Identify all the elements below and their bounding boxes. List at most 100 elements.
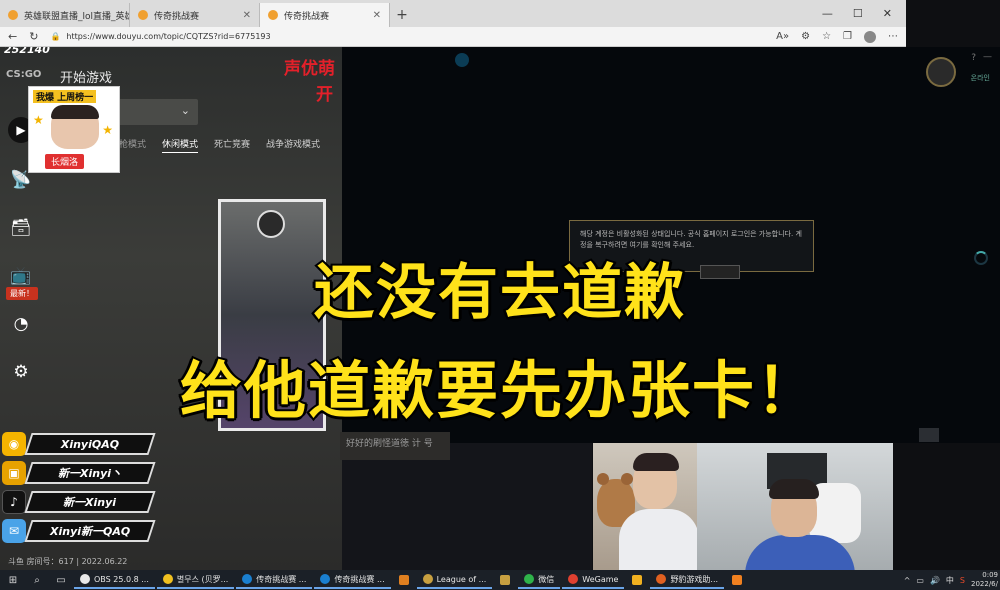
back-icon[interactable]: ← <box>8 30 17 43</box>
network-icon[interactable]: ▭ <box>916 576 924 585</box>
taskbar-app-label: 微信 <box>538 574 555 584</box>
extension-icon[interactable]: ⚙ <box>801 31 810 43</box>
tab-favicon-icon <box>8 10 18 20</box>
room-footer: 斗鱼 房间号：617 | 2022.06.22 <box>8 557 128 566</box>
lock-icon: 🔒 <box>50 32 61 41</box>
task-view-icon[interactable]: ▭ <box>50 571 72 589</box>
red-headline: 声优萌 开 <box>284 56 344 108</box>
inventory-icon[interactable]: 🗃 <box>10 217 32 239</box>
weibo-icon: ◉ <box>2 432 26 456</box>
tab-deathmatch[interactable]: 死亡竞赛 <box>214 137 250 153</box>
maximize-button[interactable]: ☐ <box>853 7 863 20</box>
donor-name: 长烟洛 <box>45 154 85 169</box>
tab-label: 英雄联盟直播_lol直播_英雄联盟 <box>24 11 129 22</box>
top-donor-overlay: 我爆 上周榜一 ★ ★ 长烟洛 <box>28 86 120 173</box>
search-icon[interactable]: ⌕ <box>26 571 48 589</box>
social-label-box: 新一Xinyi <box>24 491 156 513</box>
tab-favicon-icon <box>268 10 278 20</box>
taskbar-app-wegame[interactable]: WeGame <box>562 571 625 589</box>
start-game-title[interactable]: 开始游戏 <box>60 67 112 86</box>
tab-label: 传奇挑战赛 <box>154 11 200 22</box>
star-icon: ★ <box>102 123 113 137</box>
taskbar-app-obs[interactable]: OBS 25.0.8 ... <box>74 571 155 589</box>
browser-tab-2[interactable]: 传奇挑战赛 ✕ <box>130 3 260 27</box>
client-minimize-button[interactable]: — <box>983 52 992 62</box>
read-aloud-icon[interactable]: A» <box>776 31 789 43</box>
social-qq: ✉ Xinyi新一QAQ <box>2 519 156 543</box>
profile-avatar[interactable] <box>926 57 956 87</box>
minimize-button[interactable]: — <box>822 7 833 20</box>
taskbar-app-label: WeGame <box>582 574 619 584</box>
taskbar-app-label: League of ... <box>436 574 487 584</box>
taskbar-app-label: 传奇挑战赛 ... <box>334 574 385 584</box>
social-douyin: ♪ 新一Xinyi <box>2 490 156 514</box>
clock[interactable]: 0:09 2022/6/ <box>971 571 998 589</box>
game-logo: CS:GO <box>6 69 42 80</box>
star-icon: ★ <box>33 113 44 127</box>
tray-chevron-icon[interactable]: ^ <box>904 576 911 585</box>
taskbar-app-league[interactable]: League of ... <box>416 571 493 589</box>
url-field[interactable]: 🔒 https://www.douyu.com/topic/CQTZS?rid=… <box>50 32 764 41</box>
edge-icon <box>242 574 253 584</box>
social-label: XinyiQAQ <box>60 437 120 451</box>
wegame-icon <box>568 574 579 584</box>
streamer-hair <box>769 479 819 499</box>
windows-taskbar: ⊞ ⌕ ▭ OBS 25.0.8 ... 별무스 (贝罗... 传奇挑战赛 ..… <box>0 570 1000 590</box>
taskbar-app-icon[interactable] <box>393 571 415 589</box>
online-status: 온라인 <box>970 74 990 82</box>
wechat-icon <box>524 574 535 584</box>
window-controls: — ☐ ✕ <box>822 0 906 27</box>
profile-avatar[interactable] <box>864 30 876 43</box>
caption-line2: 给他道歉要先办张卡！ <box>178 352 820 429</box>
close-icon[interactable]: ✕ <box>373 10 381 21</box>
close-icon[interactable]: ✕ <box>243 10 251 21</box>
taskbar-app-wechat[interactable]: 微信 <box>518 571 561 589</box>
teddy-bear-ear <box>597 473 609 485</box>
volume-icon[interactable]: 🔊 <box>930 576 940 585</box>
help-button[interactable]: ? <box>971 53 976 63</box>
browser-tab-3[interactable]: 传奇挑战赛 ✕ <box>260 3 390 27</box>
tab-wargames[interactable]: 战争游戏模式 <box>266 137 320 153</box>
top-donor-title: 我爆 上周榜一 <box>33 90 97 103</box>
refresh-icon[interactable]: ↻ <box>29 30 38 43</box>
lower-panel <box>342 443 592 570</box>
taskbar-app-player[interactable]: 별무스 (贝罗... <box>156 571 235 589</box>
taskbar-app-edge-2[interactable]: 传奇挑战赛 ... <box>314 571 391 589</box>
social-label: 新一Xinyi丶 <box>57 467 123 480</box>
clock-time: 0:09 <box>982 571 998 579</box>
taskbar-app-icon[interactable] <box>494 571 516 589</box>
windows-start-icon[interactable]: ⊞ <box>2 571 24 589</box>
new-tab-button[interactable]: + <box>390 3 414 27</box>
taskbar-app-icon[interactable] <box>626 571 648 589</box>
browser-tab-1[interactable]: 英雄联盟直播_lol直播_英雄联盟 ✕ <box>0 3 130 27</box>
app-icon <box>656 574 667 584</box>
bilibili-icon: ▣ <box>2 461 26 485</box>
social-label-box: 新一Xinyi丶 <box>24 462 156 484</box>
sogou-icon[interactable]: S <box>960 576 965 585</box>
ime-indicator[interactable]: 中 <box>946 575 954 586</box>
streamer-hair <box>633 453 679 471</box>
close-window-button[interactable]: ✕ <box>883 7 892 20</box>
qq-icon: ✉ <box>2 519 26 543</box>
social-bilibili: ▣ 新一Xinyi丶 <box>2 461 156 485</box>
collections-icon[interactable]: ❐ <box>843 31 852 43</box>
taskbar-app-edge-1[interactable]: 传奇挑战赛 ... <box>236 571 313 589</box>
social-weibo: ◉ XinyiQAQ <box>2 432 156 456</box>
favorites-icon[interactable]: ☆ <box>822 31 831 43</box>
address-bar-icons: A» ⚙ ☆ ❐ ⋯ <box>776 30 898 43</box>
social-links: ◉ XinyiQAQ ▣ 新一Xinyi丶 ♪ 新一Xinyi ✉ Xinyi新… <box>2 432 156 543</box>
app-icon <box>632 575 643 585</box>
browser-tab-strip: 英雄联盟直播_lol直播_英雄联盟 ✕ 传奇挑战赛 ✕ 传奇挑战赛 ✕ + — … <box>0 0 906 27</box>
taskbar-app-assistant[interactable]: 野豹游戏助... <box>650 571 725 589</box>
obs-icon <box>80 574 90 584</box>
client-logo-icon <box>455 53 469 67</box>
taskbar-app-icon[interactable] <box>726 571 748 589</box>
tab-casual[interactable]: 休闲模式 <box>162 137 199 153</box>
more-icon[interactable]: ⋯ <box>888 31 898 43</box>
subtitle-strip: 好好的刷怪道徳 计 号 <box>340 432 450 460</box>
tab-label: 传奇挑战赛 <box>284 11 330 22</box>
social-label-box: XinyiQAQ <box>24 433 156 455</box>
social-label-box: Xinyi新一QAQ <box>24 520 156 542</box>
taskbar-app-label: 野豹游戏助... <box>670 574 719 584</box>
chat-icon[interactable] <box>919 428 939 442</box>
